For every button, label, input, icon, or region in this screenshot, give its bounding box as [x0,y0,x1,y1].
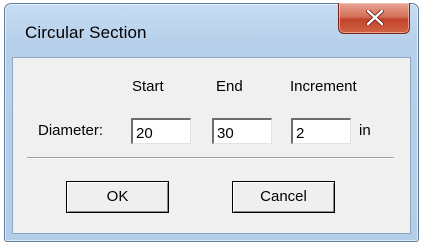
diameter-end-input[interactable] [212,118,272,144]
ok-button[interactable]: OK [66,181,169,213]
dialog-window: Circular Section Start End Increment Dia… [4,3,419,242]
close-button[interactable] [338,3,410,34]
separator [27,157,394,159]
cancel-button[interactable]: Cancel [232,181,335,213]
diameter-unit-label: in [359,122,371,139]
end-column-header: End [216,78,243,95]
dialog-client-area: Start End Increment Diameter: in OK Canc… [12,57,411,234]
diameter-increment-input[interactable] [291,118,351,144]
window-title: Circular Section [25,23,147,42]
close-icon [366,10,384,25]
increment-column-header: Increment [290,78,357,95]
start-column-header: Start [132,78,164,95]
diameter-label: Diameter: [38,122,104,139]
diameter-start-input[interactable] [131,118,191,144]
